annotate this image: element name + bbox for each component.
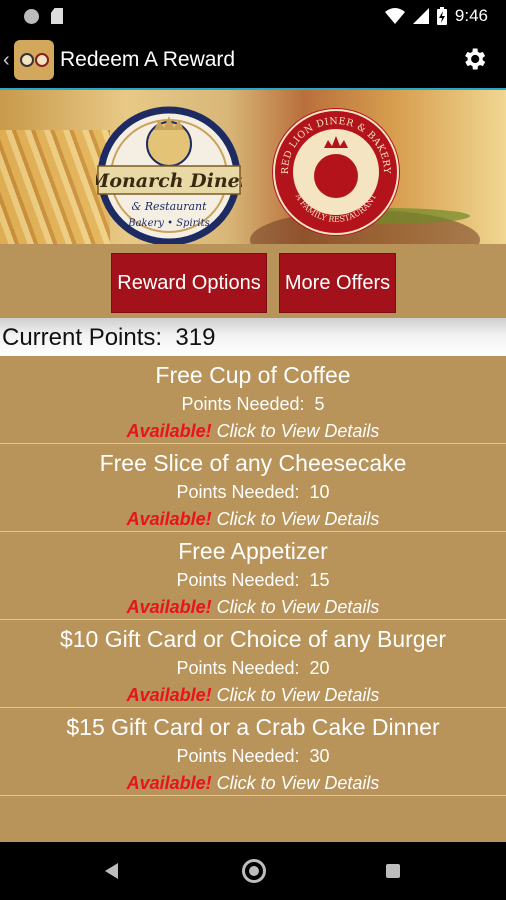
- notification-dot-icon: [24, 8, 39, 24]
- back-chevron-icon[interactable]: ‹: [3, 49, 10, 72]
- reward-item[interactable]: $15 Gift Card or a Crab Cake Dinner Poin…: [0, 708, 506, 796]
- reward-available-label: Available!: [126, 421, 212, 441]
- monarch-logo-name: Monarch Diner: [96, 170, 242, 192]
- home-circle-icon[interactable]: [242, 859, 266, 883]
- current-points-bar: Current Points: 319: [0, 318, 506, 356]
- view-details-link[interactable]: Click to View Details: [217, 773, 380, 793]
- reward-available-label: Available!: [126, 685, 212, 705]
- current-points-label: Current Points: 319: [2, 324, 216, 351]
- sd-card-icon: [51, 8, 63, 24]
- app-bar: ‹ Redeem A Reward: [0, 32, 506, 88]
- reward-available-label: Available!: [126, 773, 212, 793]
- view-details-link[interactable]: Click to View Details: [217, 421, 380, 441]
- back-triangle-icon[interactable]: [105, 863, 118, 879]
- view-details-link[interactable]: Click to View Details: [217, 597, 380, 617]
- reward-points-needed: Points Needed: 10: [176, 482, 330, 502]
- battery-charging-icon: [436, 7, 447, 25]
- reward-title: Free Slice of any Cheesecake: [99, 450, 407, 476]
- reward-list: Free Cup of Coffee Points Needed: 5 Avai…: [0, 356, 506, 842]
- fries-image: [0, 130, 110, 244]
- reward-points-needed: Points Needed: 30: [176, 746, 330, 766]
- wifi-icon: [384, 8, 405, 24]
- page-title: Redeem A Reward: [60, 48, 236, 71]
- view-details-link[interactable]: Click to View Details: [217, 685, 380, 705]
- reward-points-needed: Points Needed: 5: [181, 394, 325, 414]
- recents-square-icon[interactable]: [386, 864, 400, 878]
- reward-item[interactable]: Free Slice of any Cheesecake Points Need…: [0, 444, 506, 532]
- gear-icon[interactable]: [460, 45, 488, 73]
- reward-title: Free Appetizer: [178, 538, 328, 564]
- reward-options-button[interactable]: Reward Options: [111, 253, 267, 313]
- monarch-diner-logo: Monarch Diner & Restaurant Bakery • Spir…: [96, 106, 242, 244]
- reward-points-needed: Points Needed: 20: [176, 658, 330, 678]
- reward-item[interactable]: $10 Gift Card or Choice of any Burger Po…: [0, 620, 506, 708]
- status-time: 9:46: [454, 6, 488, 25]
- reward-points-needed: Points Needed: 15: [176, 570, 330, 590]
- reward-title: Free Cup of Coffee: [155, 362, 351, 388]
- reward-item[interactable]: Free Appetizer Points Needed: 15 Availab…: [0, 532, 506, 620]
- reward-item[interactable]: Free Cup of Coffee Points Needed: 5 Avai…: [0, 356, 506, 444]
- red-lion-logo: RED LION DINER & BAKERY A FAMILY RESTAUR…: [272, 108, 400, 236]
- reward-available-label: Available!: [126, 509, 212, 529]
- signal-icon: [412, 8, 429, 24]
- action-button-bar: Reward Options More Offers: [0, 244, 506, 318]
- reward-title: $10 Gift Card or Choice of any Burger: [59, 626, 447, 652]
- more-offers-button[interactable]: More Offers: [279, 253, 396, 313]
- restaurant-logo-icon[interactable]: [14, 40, 54, 80]
- status-bar: 9:46: [0, 0, 506, 32]
- view-details-link[interactable]: Click to View Details: [217, 509, 380, 529]
- reward-title: $15 Gift Card or a Crab Cake Dinner: [66, 714, 440, 740]
- hero-banner: Monarch Diner & Restaurant Bakery • Spir…: [0, 90, 506, 244]
- monarch-logo-tagline: Bakery • Spirits: [127, 218, 210, 229]
- system-nav-bar: [0, 842, 506, 900]
- monarch-logo-sub: & Restaurant: [131, 200, 207, 213]
- reward-available-label: Available!: [126, 597, 212, 617]
